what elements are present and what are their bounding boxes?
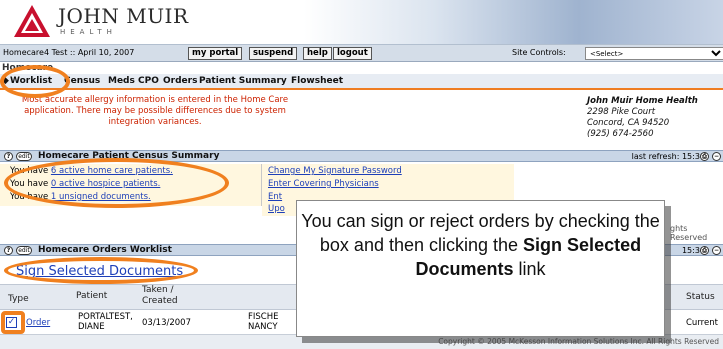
copyright-text: Copyright © 2005 McKesson Information So… [438,337,719,346]
minimize-icon[interactable]: − [712,152,721,161]
facility-city: Concord, CA 94520 [587,118,670,128]
tab-meds[interactable]: Meds [108,76,135,86]
sign-selected-documents-link[interactable]: Sign Selected Documents [16,264,183,279]
order-author-line2: NANCY [248,322,278,332]
top-bar: Homecare4 Test :: April 10, 2007 my port… [0,44,723,62]
order-date: 03/13/2007 [142,318,191,328]
module-label: Homecare [2,63,54,73]
print-icon[interactable]: ⎙ [700,246,709,255]
edit-icon[interactable]: edit [16,152,32,161]
facility-phone: (925) 674-2560 [587,129,654,139]
patient-name-line2: DIANE [78,322,105,332]
column-patient: Patient [76,291,108,301]
john-muir-logo-icon [14,5,50,37]
callout-text-post: link [513,259,546,279]
site-controls-select[interactable]: <Select> [585,47,723,60]
census-row-hospice: You have 0 active hospice patients. [10,179,160,190]
tab-patient-summary[interactable]: Patient Summary [199,76,287,86]
census-row-prefix: You have [10,192,49,202]
tab-orders[interactable]: Orders [163,76,197,86]
census-row-unsigned: You have 1 unsigned documents. [10,192,151,203]
column-taken-created: Taken / Created [142,285,178,306]
site-controls-label: Site Controls: [512,48,566,57]
order-status: Current [686,318,718,328]
census-row-prefix: You have [10,166,49,176]
enter-covering-physicians-link[interactable]: Enter Covering Physicians [268,179,379,190]
context-label: Homecare4 Test :: April 10, 2007 [3,48,135,57]
rights-text-partial: ghts Reserved [670,224,708,242]
suspend-button[interactable]: suspend [249,47,298,60]
tab-census[interactable]: Census [64,76,100,86]
change-signature-password-link[interactable]: Change My Signature Password [268,166,402,177]
tab-worklist[interactable]: Worklist [10,76,52,86]
active-home-care-link[interactable]: 6 active home care patients. [51,166,173,176]
help-icon[interactable]: ? [4,152,13,161]
facility-address: John Muir Home Health 2298 Pike Court Co… [587,96,698,140]
help-button[interactable]: help [303,47,332,60]
order-author-line1: FISCHE [248,312,279,322]
tab-bar: ◆ Worklist Census Meds CPO Orders Patien… [0,74,723,90]
print-icon[interactable]: ⎙ [700,152,709,161]
order-type-link[interactable]: Order [26,318,50,328]
column-status: Status [686,292,715,302]
facility-name: John Muir Home Health [587,96,698,106]
census-row-home-care: You have 6 active home care patients. [10,166,173,177]
my-portal-button[interactable]: my portal [188,47,243,60]
census-panel-title: Homecare Patient Census Summary [38,151,220,161]
census-row-prefix: You have [10,179,49,189]
brand-name: JOHN MUIR [58,4,189,28]
active-hospice-link[interactable]: 0 active hospice patients. [51,179,160,189]
order-select-checkbox[interactable]: ✓ [6,317,17,328]
minimize-icon[interactable]: − [712,246,721,255]
worklist-tab-icon: ◆ [2,76,9,86]
tab-flowsheet[interactable]: Flowsheet [291,76,343,86]
tab-cpo[interactable]: CPO [138,76,159,86]
census-link-3[interactable]: Ent [268,192,282,203]
help-icon[interactable]: ? [4,246,13,255]
header-banner: JOHN MUIR HEALTH [0,0,723,44]
facility-street: 2298 Pike Court [587,107,656,117]
instruction-callout: You can sign or reject orders by checkin… [296,200,665,337]
census-link-4[interactable]: Upo [268,204,285,215]
patient-name-line1: PORTALTEST, [78,312,133,322]
unsigned-documents-link[interactable]: 1 unsigned documents. [51,192,151,202]
allergy-alert: Most accurate allergy information is ent… [21,95,289,127]
brand-sub: HEALTH [60,28,117,36]
orders-panel-title: Homecare Orders Worklist [38,245,172,255]
edit-icon[interactable]: edit [16,246,32,255]
column-type: Type [8,294,29,304]
census-panel-header: ? edit Homecare Patient Census Summary l… [0,150,723,162]
logout-button[interactable]: logout [333,47,372,60]
census-refresh-time: last refresh: 15:30 [631,152,705,161]
